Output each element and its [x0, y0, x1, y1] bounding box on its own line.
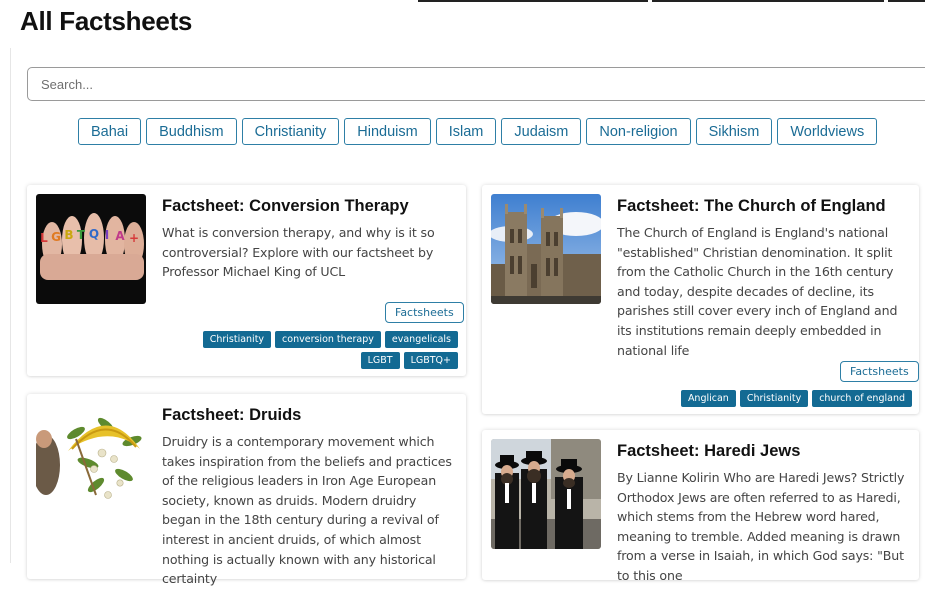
thumb-letter-g: G [51, 230, 61, 244]
factsheet-card-druids[interactable]: Factsheet: Druids Druidry is a contempor… [27, 394, 466, 586]
thumb-letter-l: L [40, 231, 48, 245]
religion-filter-bar: Bahai Buddhism Christianity Hinduism Isl… [78, 118, 878, 145]
thumb-letter-t: T [77, 228, 86, 242]
top-edge-lines [418, 0, 925, 3]
card-title[interactable]: Factsheet: Conversion Therapy [162, 197, 409, 216]
filter-christianity-button[interactable]: Christianity [241, 118, 340, 145]
tag-church-of-england[interactable]: church of england [812, 390, 912, 407]
search-input[interactable] [27, 67, 925, 101]
filter-sikhism-button[interactable]: Sikhism [695, 118, 773, 145]
card-description: What is conversion therapy, and why is i… [162, 225, 435, 280]
haredi-jews-thumbnail[interactable] [491, 439, 601, 549]
filter-non-religion-button[interactable]: Non-religion [586, 118, 691, 145]
card-title[interactable]: Factsheet: Haredi Jews [617, 442, 800, 461]
factsheets-type-button[interactable]: Factsheets [385, 302, 464, 323]
tag-list: Anglican Christianity church of england [622, 390, 912, 407]
tag-lgbt[interactable]: LGBT [360, 352, 400, 369]
church-of-england-thumbnail[interactable] [491, 194, 601, 304]
left-divider [10, 48, 11, 563]
factsheet-card-haredi-jews[interactable]: Factsheet: Haredi Jews By Lianne Kolirin… [482, 430, 919, 583]
thumb-letter-a: A [115, 229, 125, 243]
card-description: The Church of England is England's natio… [617, 225, 898, 358]
card-title[interactable]: Factsheet: Druids [162, 406, 301, 425]
tag-conversion-therapy[interactable]: conversion therapy [275, 331, 381, 348]
card-description: By Lianne Kolirin Who are Haredi Jews? S… [617, 470, 905, 583]
filter-worldviews-button[interactable]: Worldviews [777, 118, 878, 145]
factsheets-type-button[interactable]: Factsheets [840, 361, 919, 382]
filter-bahai-button[interactable]: Bahai [78, 118, 142, 145]
conversion-therapy-thumbnail[interactable]: L G B T Q I A + [36, 194, 146, 304]
tag-list: Christianity conversion therapy evangeli… [167, 331, 458, 369]
tag-christianity[interactable]: Christianity [202, 331, 272, 348]
tag-anglican[interactable]: Anglican [680, 390, 736, 407]
tag-evangelicals[interactable]: evangelicals [384, 331, 458, 348]
filter-judaism-button[interactable]: Judaism [501, 118, 582, 145]
page-title: All Factsheets [20, 6, 193, 36]
tag-christianity[interactable]: Christianity [739, 390, 809, 407]
factsheet-card-conversion-therapy[interactable]: L G B T Q I A + Factsheet: Conversion Th… [27, 185, 466, 376]
thumb-letter-i: I [105, 228, 109, 242]
thumb-letter-q: Q [89, 227, 99, 241]
factsheet-card-church-of-england[interactable]: Factsheet: The Church of England The Chu… [482, 185, 919, 414]
filter-buddhism-button[interactable]: Buddhism [146, 118, 237, 145]
druids-thumbnail[interactable] [36, 403, 146, 513]
filter-islam-button[interactable]: Islam [435, 118, 497, 145]
thumb-letter-plus: + [129, 231, 139, 245]
thumb-letter-b: B [64, 228, 73, 242]
card-title[interactable]: Factsheet: The Church of England [617, 197, 886, 216]
filter-hinduism-button[interactable]: Hinduism [344, 118, 431, 145]
tag-lgbtq-plus[interactable]: LGBTQ+ [403, 352, 458, 369]
card-description: Druidry is a contemporary movement which… [162, 434, 452, 587]
